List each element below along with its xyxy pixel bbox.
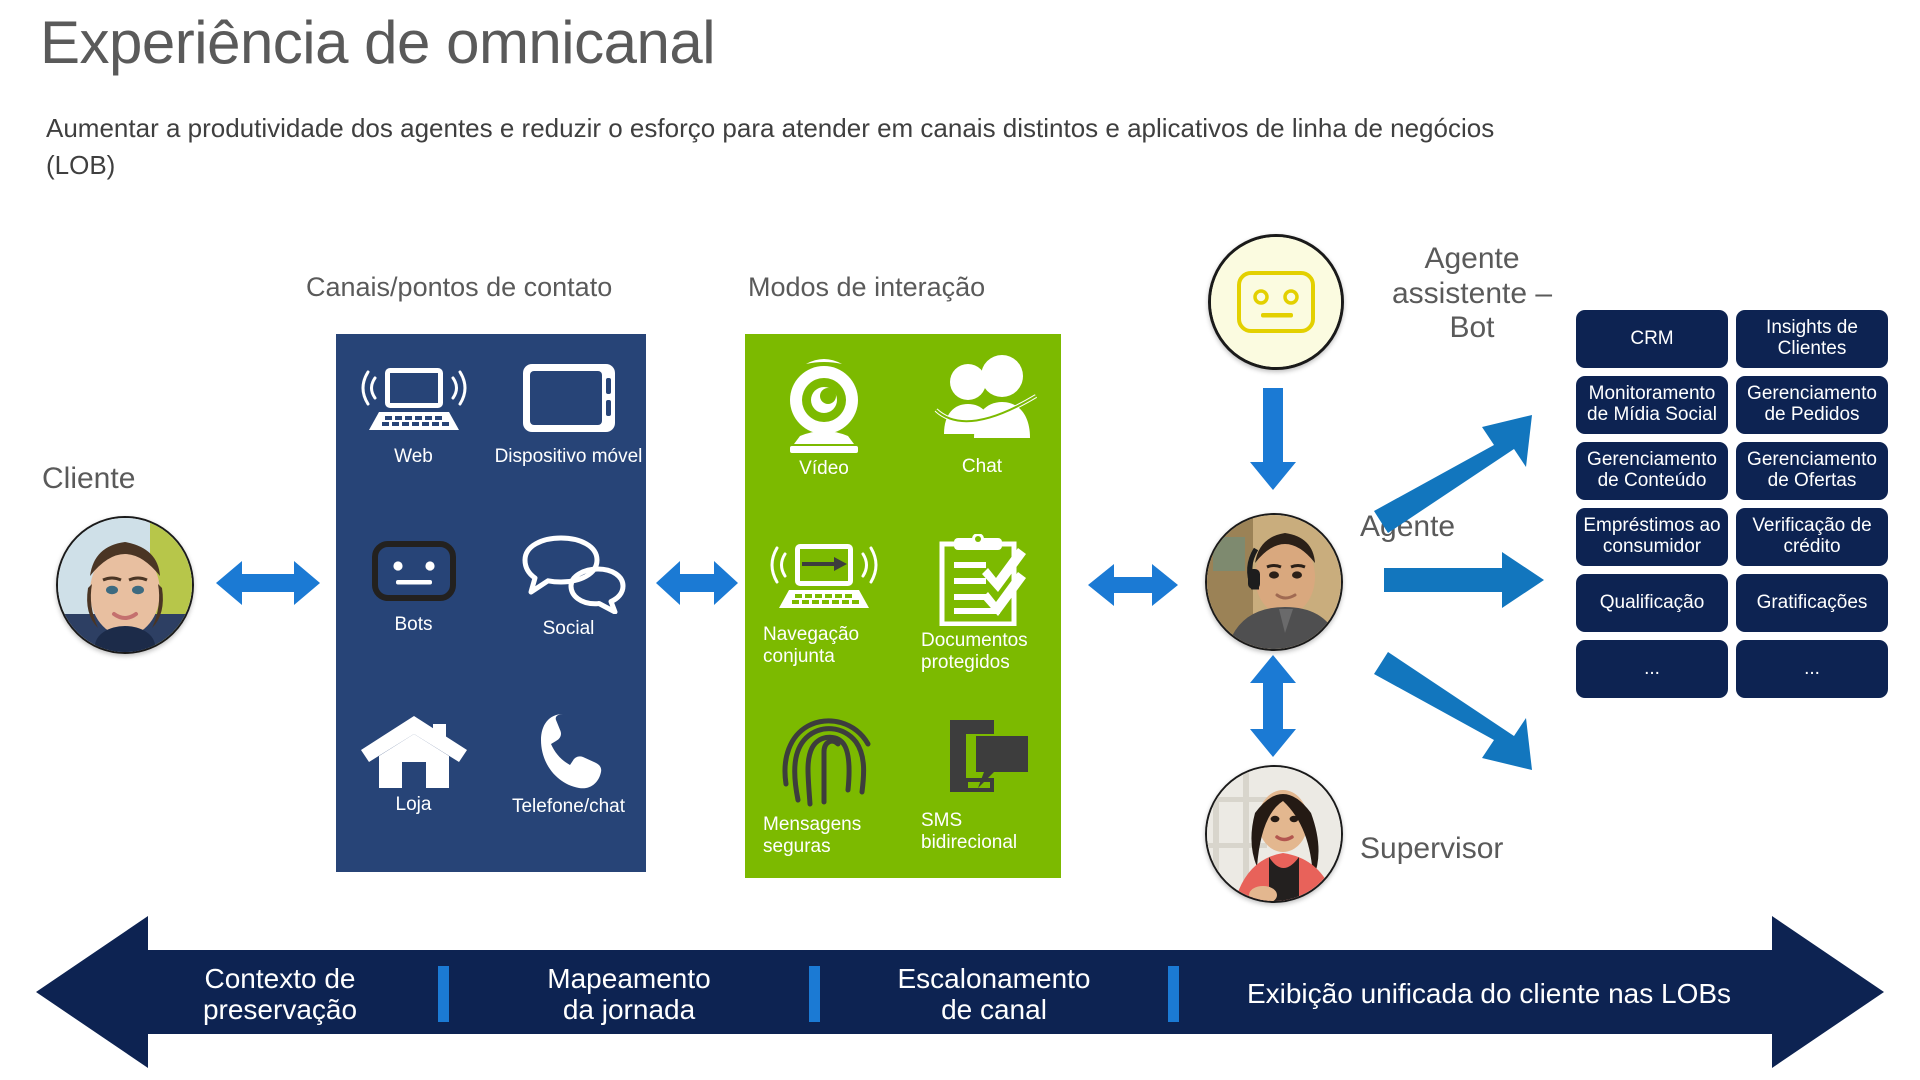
arrow-bot-agent <box>1246 388 1300 490</box>
journey-separator <box>438 966 449 1022</box>
channel-label: Telefone/chat <box>511 796 626 817</box>
supervisor-label: Supervisor <box>1360 832 1504 865</box>
page-subtitle: Aumentar a produtividade dos agentes e r… <box>46 113 1495 180</box>
arrow-channels-modes <box>656 556 738 610</box>
journey-step: Escalonamento de canal <box>897 962 1091 1025</box>
mode-label: Navegação conjunta <box>763 624 860 667</box>
mode-label: Documentos protegidos <box>921 630 1028 673</box>
journey-steps: Contexto de preservação Mapeamento da jo… <box>122 950 1822 1038</box>
webcam-icon <box>745 352 903 454</box>
mode-tile-video[interactable]: Vídeo <box>745 352 903 502</box>
lob-box[interactable]: Gerenciamento de Ofertas <box>1736 442 1888 500</box>
arrow-agent-supervisor <box>1246 655 1300 757</box>
mode-label: Vídeo <box>799 458 849 479</box>
channel-tile-social[interactable]: Social <box>491 534 646 682</box>
channels-panel: Web Dispositivo móvel Bots Social Loja T… <box>336 334 646 872</box>
bot-face-avatar-icon <box>1211 237 1341 367</box>
cobrowse-laptop-icon <box>745 534 903 620</box>
avatar-agent <box>1205 513 1343 651</box>
channel-tile-phone[interactable]: Telefone/chat <box>491 710 646 856</box>
avatar-customer <box>56 516 194 654</box>
speech-bubbles-icon <box>491 534 646 614</box>
lob-box[interactable]: CRM <box>1576 310 1728 368</box>
customer-label: Cliente <box>42 462 136 495</box>
phone-handset-icon <box>491 710 646 792</box>
mode-tile-chat[interactable]: Chat <box>903 352 1061 502</box>
mode-label: Chat <box>961 456 1003 477</box>
lob-box[interactable]: ... <box>1576 640 1728 698</box>
customer-photo <box>58 518 192 652</box>
lob-box[interactable]: Verificação de crédito <box>1736 508 1888 566</box>
arrow-agent-lob-down <box>1374 650 1534 770</box>
supervisor-photo <box>1207 767 1341 901</box>
avatar-bot <box>1208 234 1344 370</box>
fingerprint-icon <box>745 714 903 810</box>
mode-tile-cobrowse[interactable]: Navegação conjunta <box>745 534 903 682</box>
journey-step: Mapeamento da jornada <box>547 962 711 1025</box>
page-title: Experiência de omnicanal <box>40 9 716 76</box>
journey-step: Exibição unificada do cliente nas LOBs <box>1246 978 1732 1010</box>
arrow-customer-channels <box>216 556 320 610</box>
modes-section-caption: Modos de interação <box>748 272 986 302</box>
mode-tile-secure-messages[interactable]: Mensagens seguras <box>745 714 903 864</box>
bot-face-icon <box>336 534 491 610</box>
channel-label: Web <box>394 446 433 467</box>
channels-section-caption: Canais/pontos de contato <box>306 272 613 302</box>
lob-box[interactable]: Monitoramento de Mídia Social <box>1576 376 1728 434</box>
arrow-agent-lob-right <box>1384 552 1544 608</box>
store-home-icon <box>336 710 491 790</box>
channel-tile-mobile[interactable]: Dispositivo móvel <box>491 356 646 506</box>
lob-grid: CRM Insights de Clientes Monitoramento d… <box>1576 310 1888 698</box>
lob-box[interactable]: Qualificação <box>1576 574 1728 632</box>
lob-box[interactable]: ... <box>1736 640 1888 698</box>
modes-panel: Vídeo Chat Navegação conjunta Documentos… <box>745 334 1061 878</box>
laptop-wireless-icon <box>336 356 491 442</box>
slide-canvas: Experiência de omnicanal Aumentar a prod… <box>0 0 1920 1080</box>
bot-label: Agente assistente – Bot <box>1391 242 1553 344</box>
avatar-supervisor <box>1205 765 1343 903</box>
channel-tile-web[interactable]: Web <box>336 356 491 506</box>
mode-label: Mensagens seguras <box>763 814 862 857</box>
lob-box[interactable]: Gerenciamento de Pedidos <box>1736 376 1888 434</box>
channel-tile-bots[interactable]: Bots <box>336 534 491 682</box>
tablet-icon <box>491 356 646 442</box>
journey-separator <box>809 966 820 1022</box>
arrow-modes-agent <box>1088 560 1178 610</box>
channel-label: Social <box>542 618 595 639</box>
sms-phone-icon <box>903 714 1061 806</box>
journey-step: Contexto de preservação <box>202 962 358 1025</box>
clipboard-check-icon <box>903 534 1061 626</box>
lob-box[interactable]: Empréstimos ao consumidor <box>1576 508 1728 566</box>
channel-label: Loja <box>395 794 432 815</box>
mode-tile-sms[interactable]: SMS bidirecional <box>903 714 1061 864</box>
people-chat-icon <box>903 352 1061 452</box>
journey-separator <box>1168 966 1179 1022</box>
lob-box[interactable]: Insights de Clientes <box>1736 310 1888 368</box>
channel-label: Bots <box>394 614 433 635</box>
lob-box[interactable]: Gerenciamento de Conteúdo <box>1576 442 1728 500</box>
agent-photo <box>1207 515 1341 649</box>
mode-label: SMS bidirecional <box>921 810 1018 853</box>
channel-tile-store[interactable]: Loja <box>336 710 491 856</box>
mode-tile-docs[interactable]: Documentos protegidos <box>903 534 1061 682</box>
channel-label: Dispositivo móvel <box>494 446 643 467</box>
lob-box[interactable]: Gratificações <box>1736 574 1888 632</box>
arrow-agent-lob-up <box>1374 415 1534 535</box>
